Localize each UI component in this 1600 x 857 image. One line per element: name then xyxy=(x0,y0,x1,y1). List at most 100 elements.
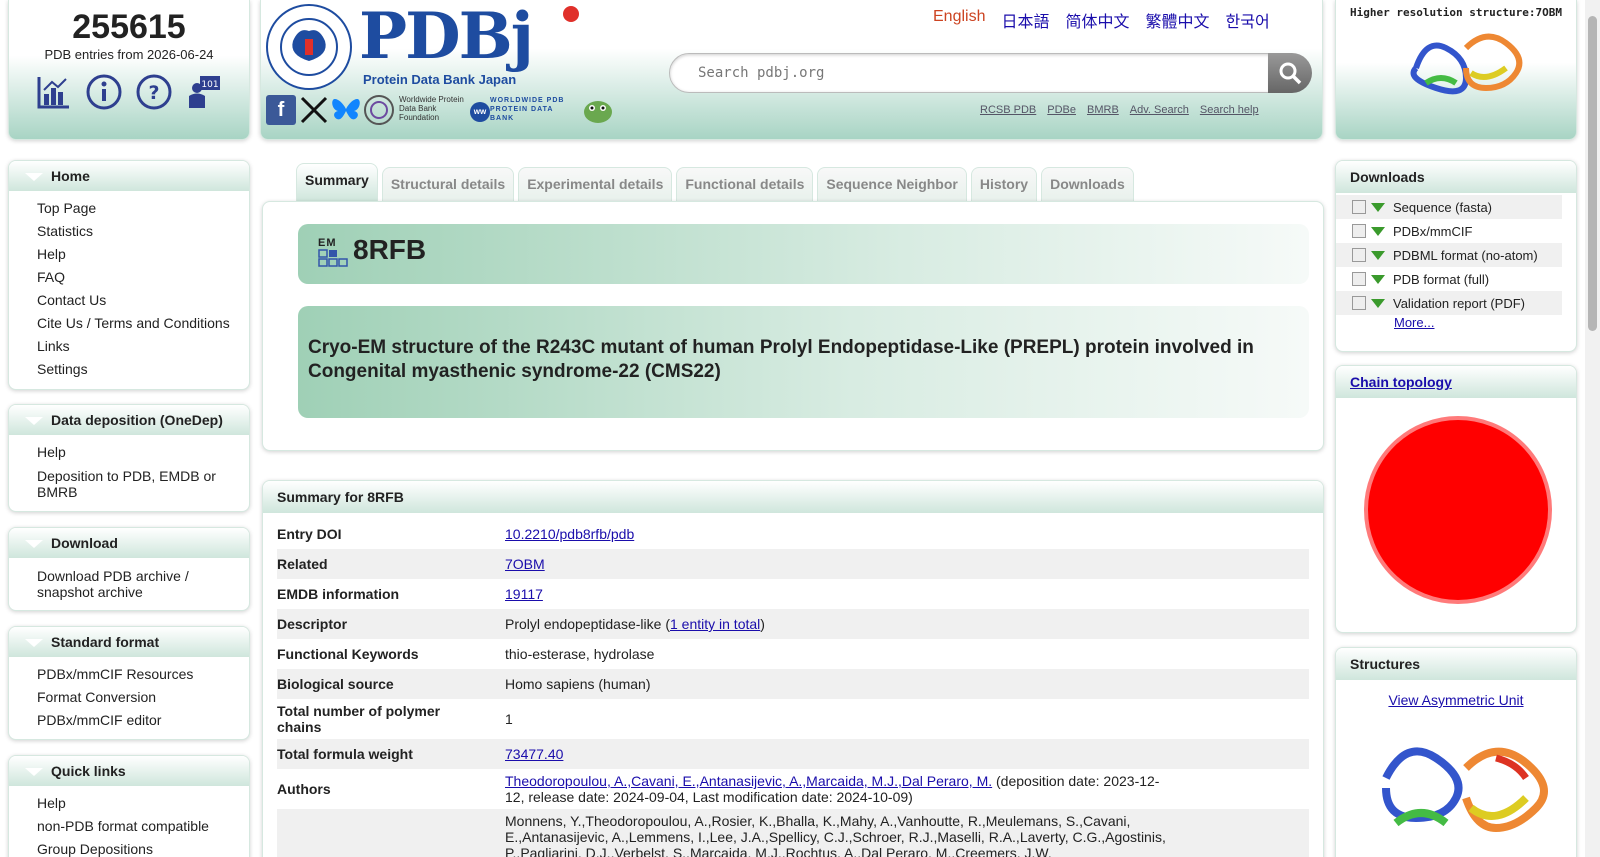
tab-sequence-neighbor[interactable]: Sequence Neighbor xyxy=(817,167,967,201)
download-item[interactable]: PDBx/mmCIF xyxy=(1336,219,1562,243)
nav-item-faq[interactable]: FAQ xyxy=(37,266,249,289)
download-item[interactable]: Sequence (fasta) xyxy=(1336,195,1562,219)
nav-box-header[interactable]: Home xyxy=(9,161,249,191)
view-asymmetric-unit-link[interactable]: View Asymmetric Unit xyxy=(1336,692,1576,708)
search-help-link[interactable]: Search help xyxy=(1200,104,1259,116)
search-input[interactable]: Search pdbj.org xyxy=(669,53,1271,93)
tab-summary[interactable]: Summary xyxy=(296,163,378,201)
file-preview-icon[interactable] xyxy=(1352,272,1366,286)
nav-item-top-page[interactable]: Top Page xyxy=(37,197,249,220)
nav-item-links[interactable]: Links xyxy=(37,335,249,358)
tab-functional-details[interactable]: Functional details xyxy=(676,167,814,201)
nav-box-deposition: Data deposition (OneDep) Help Deposition… xyxy=(8,404,250,512)
statistics-icon[interactable] xyxy=(36,74,72,110)
nav-box-header[interactable]: Standard format xyxy=(9,627,249,657)
file-preview-icon[interactable] xyxy=(1352,248,1366,262)
facebook-icon[interactable]: f xyxy=(266,95,296,125)
wwpdb-logo[interactable]: ww WORLDWIDE PDB PROTEIN DATA BANK xyxy=(468,94,618,126)
table-row: Monnens, Y.,Theodoropoulou, A.,Rosier, K… xyxy=(277,809,1309,857)
tab-structural-details[interactable]: Structural details xyxy=(381,167,515,201)
row-label: Entry DOI xyxy=(277,526,342,542)
row-label: Authors xyxy=(277,781,331,797)
search-button[interactable] xyxy=(1268,53,1312,93)
descriptor-suffix: ) xyxy=(760,616,765,632)
download-arrow-icon[interactable] xyxy=(1371,226,1385,236)
formula-weight-link[interactable]: 73477.40 xyxy=(505,746,563,762)
download-arrow-icon[interactable] xyxy=(1371,250,1385,260)
related-entry-link[interactable]: 7OBM xyxy=(505,556,545,572)
scrollbar-thumb[interactable] xyxy=(1588,16,1597,331)
nav-box-header[interactable]: Quick links xyxy=(9,756,249,786)
page-scrollbar[interactable] xyxy=(1585,0,1600,857)
structure-thumbnail-image[interactable] xyxy=(1406,28,1526,100)
info-icon[interactable] xyxy=(86,74,122,110)
chain-topology-link[interactable]: Chain topology xyxy=(1350,374,1452,390)
emdb-link[interactable]: 19117 xyxy=(505,586,543,602)
asymmetric-unit-image[interactable] xyxy=(1376,738,1556,857)
nav-item-deposition-help[interactable]: Help xyxy=(37,441,249,464)
pdbj-logo[interactable]: PDBj Protein Data Bank Japan xyxy=(359,2,589,90)
file-preview-icon[interactable] xyxy=(1352,200,1366,214)
tab-downloads[interactable]: Downloads xyxy=(1041,167,1134,201)
download-arrow-icon[interactable] xyxy=(1371,202,1385,212)
site-header: PDBj Protein Data Bank Japan f Worldwide… xyxy=(260,0,1323,140)
search-links: RCSB PDB PDBe BMRB Adv. Search Search he… xyxy=(980,104,1259,116)
pdbe-link[interactable]: PDBe xyxy=(1047,104,1076,116)
nav-item-quick-help[interactable]: Help xyxy=(37,792,249,815)
bluesky-icon[interactable] xyxy=(331,96,361,124)
download-item[interactable]: PDBML format (no-atom) xyxy=(1336,243,1562,267)
chain-topology-diagram[interactable] xyxy=(1364,416,1552,604)
nav-item-deposition[interactable]: Deposition to PDB, EMDB or BMRB xyxy=(37,464,249,503)
wwpdb-logo-text: WORLDWIDE PDB PROTEIN DATA BANK xyxy=(490,97,565,122)
collapse-triangle-icon xyxy=(25,417,43,425)
nav-item-group-depositions[interactable]: Group Depositions xyxy=(37,838,249,857)
lang-english[interactable]: English xyxy=(933,8,985,32)
nav-item-cite-us[interactable]: Cite Us / Terms and Conditions xyxy=(37,312,249,335)
collapse-triangle-icon xyxy=(25,173,43,181)
download-arrow-icon[interactable] xyxy=(1371,298,1385,308)
lang-traditional-chinese[interactable]: 繁體中文 xyxy=(1146,8,1210,32)
summary-heading: Summary for 8RFB xyxy=(263,481,1323,513)
pdbj-logo-subtitle: Protein Data Bank Japan xyxy=(363,72,517,87)
nav-item-pdbx-resources[interactable]: PDBx/mmCIF Resources xyxy=(37,663,249,686)
nav-item-help[interactable]: Help xyxy=(37,243,249,266)
nav-item-format-conversion[interactable]: Format Conversion xyxy=(37,686,249,709)
nav-box-header[interactable]: Download xyxy=(9,528,249,558)
download-label: PDB format (full) xyxy=(1393,271,1490,287)
rcsb-pdb-link[interactable]: RCSB PDB xyxy=(980,104,1036,116)
entry-doi-link[interactable]: 10.2210/pdb8rfb/pdb xyxy=(505,526,634,542)
descriptor-value: Prolyl endopeptidase-like ( xyxy=(505,616,670,632)
entity-count-link[interactable]: 1 entity in total xyxy=(670,616,760,632)
lang-simplified-chinese[interactable]: 简体中文 xyxy=(1066,8,1130,32)
nav-box-header[interactable]: Data deposition (OneDep) xyxy=(9,405,249,435)
table-row: Related 7OBM xyxy=(277,549,1309,579)
lang-japanese[interactable]: 日本語 xyxy=(1001,8,1049,32)
nav-item-settings[interactable]: Settings xyxy=(37,358,249,381)
tab-history[interactable]: History xyxy=(970,167,1038,201)
bmrb-link[interactable]: BMRB xyxy=(1087,104,1119,116)
structures-heading: Structures xyxy=(1336,648,1576,680)
nav-item-pdbx-editor[interactable]: PDBx/mmCIF editor xyxy=(37,709,249,732)
nav-item-download-archive[interactable]: Download PDB archive / snapshot archive xyxy=(37,564,249,603)
tab-experimental-details[interactable]: Experimental details xyxy=(518,167,673,201)
authors-link[interactable]: Theodoropoulou, A.,Cavani, E.,Antanasije… xyxy=(505,773,992,789)
download-item[interactable]: Validation report (PDF) xyxy=(1336,291,1562,315)
nav-item-non-pdb-format[interactable]: non-PDB format compatible xyxy=(37,815,249,838)
wwpdb-foundation-logo[interactable]: Worldwide Protein Data Bank Foundation xyxy=(363,94,467,126)
downloads-more-link[interactable]: More... xyxy=(1336,315,1576,330)
tutorial-icon[interactable]: 101 xyxy=(186,74,222,110)
nav-item-contact-us[interactable]: Contact Us xyxy=(37,289,249,312)
adv-search-link[interactable]: Adv. Search xyxy=(1130,104,1189,116)
file-preview-icon[interactable] xyxy=(1352,224,1366,238)
source-value: Homo sapiens (human) xyxy=(505,669,1309,699)
x-twitter-icon[interactable] xyxy=(299,95,329,125)
nav-box-title: Home xyxy=(51,168,90,184)
nav-item-statistics[interactable]: Statistics xyxy=(37,220,249,243)
download-arrow-icon[interactable] xyxy=(1371,274,1385,284)
pdbj-seal-logo[interactable] xyxy=(265,3,353,91)
download-item[interactable]: PDB format (full) xyxy=(1336,267,1562,291)
help-icon[interactable]: ? xyxy=(136,74,172,110)
lang-korean[interactable]: 한국어 xyxy=(1226,8,1270,32)
file-preview-icon[interactable] xyxy=(1352,296,1366,310)
summary-panel: Summary for 8RFB Entry DOI 10.2210/pdb8r… xyxy=(262,480,1324,857)
